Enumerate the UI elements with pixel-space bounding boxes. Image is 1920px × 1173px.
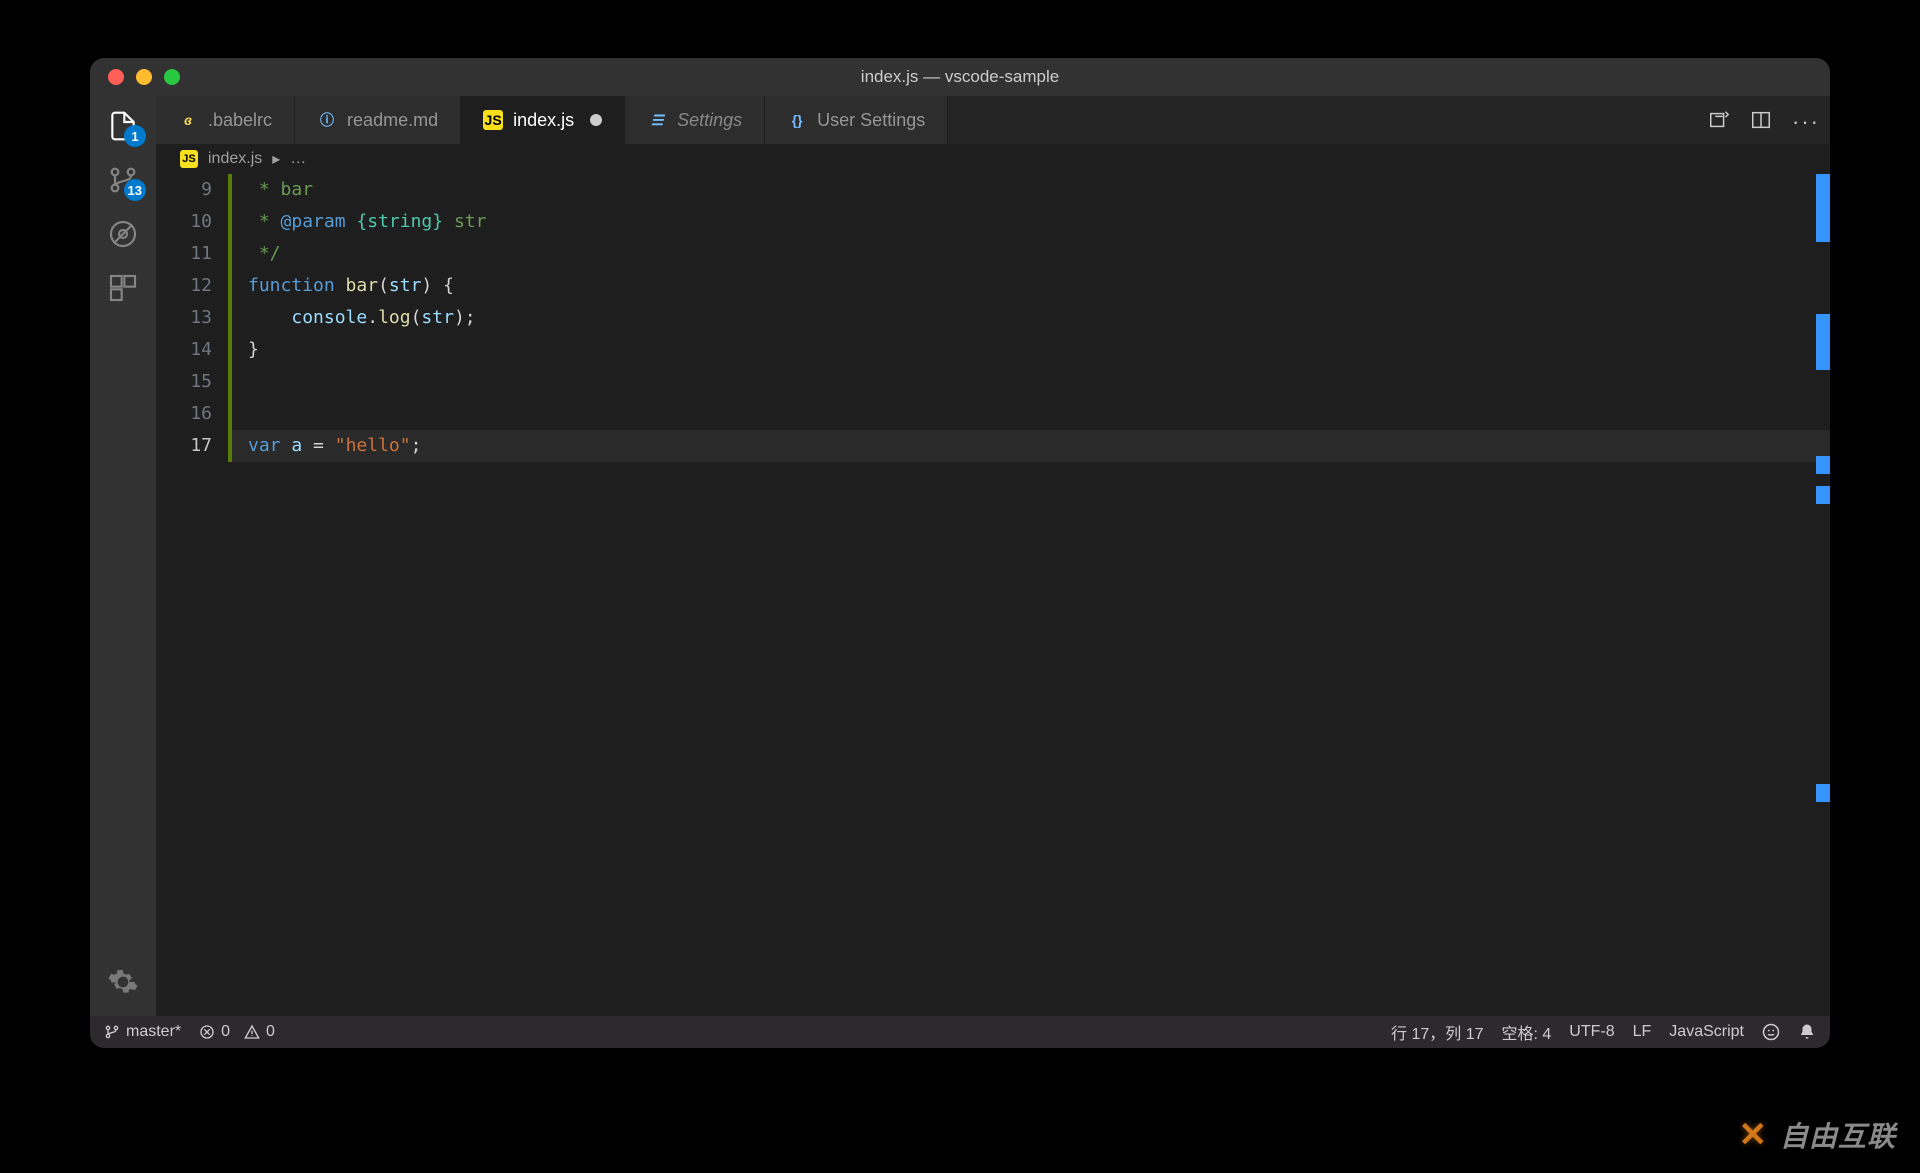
titlebar: index.js — vscode-sample — [90, 58, 1830, 96]
line-number: 11 — [156, 238, 212, 270]
overview-mark[interactable] — [1816, 174, 1830, 242]
code-editor[interactable]: 91011121314151617 * bar * @param {string… — [156, 174, 1830, 1016]
tab-babelrc[interactable]: ɞ .babelrc — [156, 96, 295, 144]
activity-extensions[interactable] — [105, 270, 141, 306]
line-number: 15 — [156, 366, 212, 398]
list-icon: ☰ — [647, 110, 667, 130]
activity-settings[interactable] — [105, 964, 141, 1000]
code-line[interactable]: * @param {string} str — [232, 206, 1830, 238]
overview-ruler[interactable] — [1816, 174, 1830, 1016]
status-encoding[interactable]: UTF-8 — [1569, 1023, 1614, 1041]
code-content[interactable]: * bar * @param {string} str */function b… — [232, 174, 1830, 1016]
line-number: 17 — [156, 430, 212, 462]
tab-indexjs[interactable]: JS index.js — [461, 96, 625, 144]
overview-mark[interactable] — [1816, 314, 1830, 370]
window-controls — [108, 69, 180, 85]
status-feedback[interactable] — [1762, 1023, 1780, 1041]
status-eol[interactable]: LF — [1633, 1023, 1652, 1041]
status-notifications[interactable] — [1798, 1023, 1816, 1041]
breadcrumb-file: index.js — [208, 150, 262, 168]
more-actions-icon[interactable]: ··· — [1792, 109, 1814, 131]
editor-body: 1 13 ɞ .babelrc — [90, 96, 1830, 1016]
breadcrumb-more: … — [290, 150, 306, 168]
watermark-x-icon: ✕ — [1738, 1115, 1768, 1155]
bell-icon — [1798, 1023, 1816, 1041]
line-number: 13 — [156, 302, 212, 334]
tab-label: .babelrc — [208, 110, 272, 131]
branch-icon — [104, 1024, 120, 1040]
error-icon — [199, 1024, 215, 1040]
tab-label: Settings — [677, 110, 742, 131]
tab-settings[interactable]: ☰ Settings — [625, 96, 765, 144]
js-icon: JS — [180, 150, 198, 168]
explorer-badge: 1 — [124, 125, 146, 147]
js-icon: JS — [483, 110, 503, 130]
tab-label: index.js — [513, 110, 574, 131]
chevron-right-icon: ▸ — [272, 149, 280, 169]
code-line[interactable]: var a = "hello"; — [232, 430, 1830, 462]
scm-badge: 13 — [124, 179, 146, 201]
line-number: 14 — [156, 334, 212, 366]
braces-icon: {} — [787, 110, 807, 130]
code-line[interactable]: */ — [232, 238, 1830, 270]
compare-changes-icon[interactable] — [1708, 109, 1730, 131]
window-title: index.js — vscode-sample — [861, 67, 1059, 87]
watermark-text: 自由互联 — [1780, 1115, 1896, 1155]
line-number: 12 — [156, 270, 212, 302]
line-number: 9 — [156, 174, 212, 206]
status-problems[interactable]: 0 0 — [199, 1023, 275, 1041]
babel-icon: ɞ — [178, 110, 198, 130]
info-icon: ⓘ — [317, 110, 337, 130]
editor-tabs: ɞ .babelrc ⓘ readme.md JS index.js ☰ Set… — [156, 96, 1830, 144]
code-line[interactable] — [232, 366, 1830, 398]
status-language[interactable]: JavaScript — [1669, 1023, 1744, 1041]
status-cursor[interactable]: 行 17，列 17 — [1391, 1020, 1484, 1044]
main-area: ɞ .babelrc ⓘ readme.md JS index.js ☰ Set… — [156, 96, 1830, 1016]
tab-label: readme.md — [347, 110, 438, 131]
code-line[interactable]: * bar — [232, 174, 1830, 206]
status-indent[interactable]: 空格: 4 — [1502, 1020, 1552, 1044]
code-line[interactable] — [232, 398, 1830, 430]
activity-debug[interactable] — [105, 216, 141, 252]
split-editor-icon[interactable] — [1750, 109, 1772, 131]
close-icon[interactable] — [108, 69, 124, 85]
vscode-window: index.js — vscode-sample 1 13 — [90, 58, 1830, 1048]
breadcrumbs[interactable]: JS index.js ▸ … — [156, 144, 1830, 174]
editor-actions: ··· — [1692, 96, 1830, 144]
page-watermark: ✕ 自由互联 — [1738, 1115, 1896, 1155]
smiley-icon — [1762, 1023, 1780, 1041]
tab-label: User Settings — [817, 110, 925, 131]
overview-mark[interactable] — [1816, 456, 1830, 474]
maximize-icon[interactable] — [164, 69, 180, 85]
line-number-gutter: 91011121314151617 — [156, 174, 228, 1016]
no-bug-icon — [107, 218, 139, 250]
overview-mark[interactable] — [1816, 486, 1830, 504]
warning-icon — [244, 1024, 260, 1040]
activity-scm[interactable]: 13 — [105, 162, 141, 198]
gear-icon — [107, 966, 139, 998]
activity-explorer[interactable]: 1 — [105, 108, 141, 144]
line-number: 10 — [156, 206, 212, 238]
status-git-branch[interactable]: master* — [104, 1023, 181, 1041]
activity-bar: 1 13 — [90, 96, 156, 1016]
dirty-indicator-icon — [590, 114, 602, 126]
code-line[interactable]: console.log(str); — [232, 302, 1830, 334]
code-line[interactable]: } — [232, 334, 1830, 366]
minimize-icon[interactable] — [136, 69, 152, 85]
overview-mark[interactable] — [1816, 784, 1830, 802]
extensions-icon — [107, 272, 139, 304]
tab-readme[interactable]: ⓘ readme.md — [295, 96, 461, 144]
code-line[interactable]: function bar(str) { — [232, 270, 1830, 302]
line-number: 16 — [156, 398, 212, 430]
status-bar: master* 0 0 行 17，列 17 空格: 4 UTF-8 LF Jav… — [90, 1016, 1830, 1048]
tab-user-settings[interactable]: {} User Settings — [765, 96, 948, 144]
